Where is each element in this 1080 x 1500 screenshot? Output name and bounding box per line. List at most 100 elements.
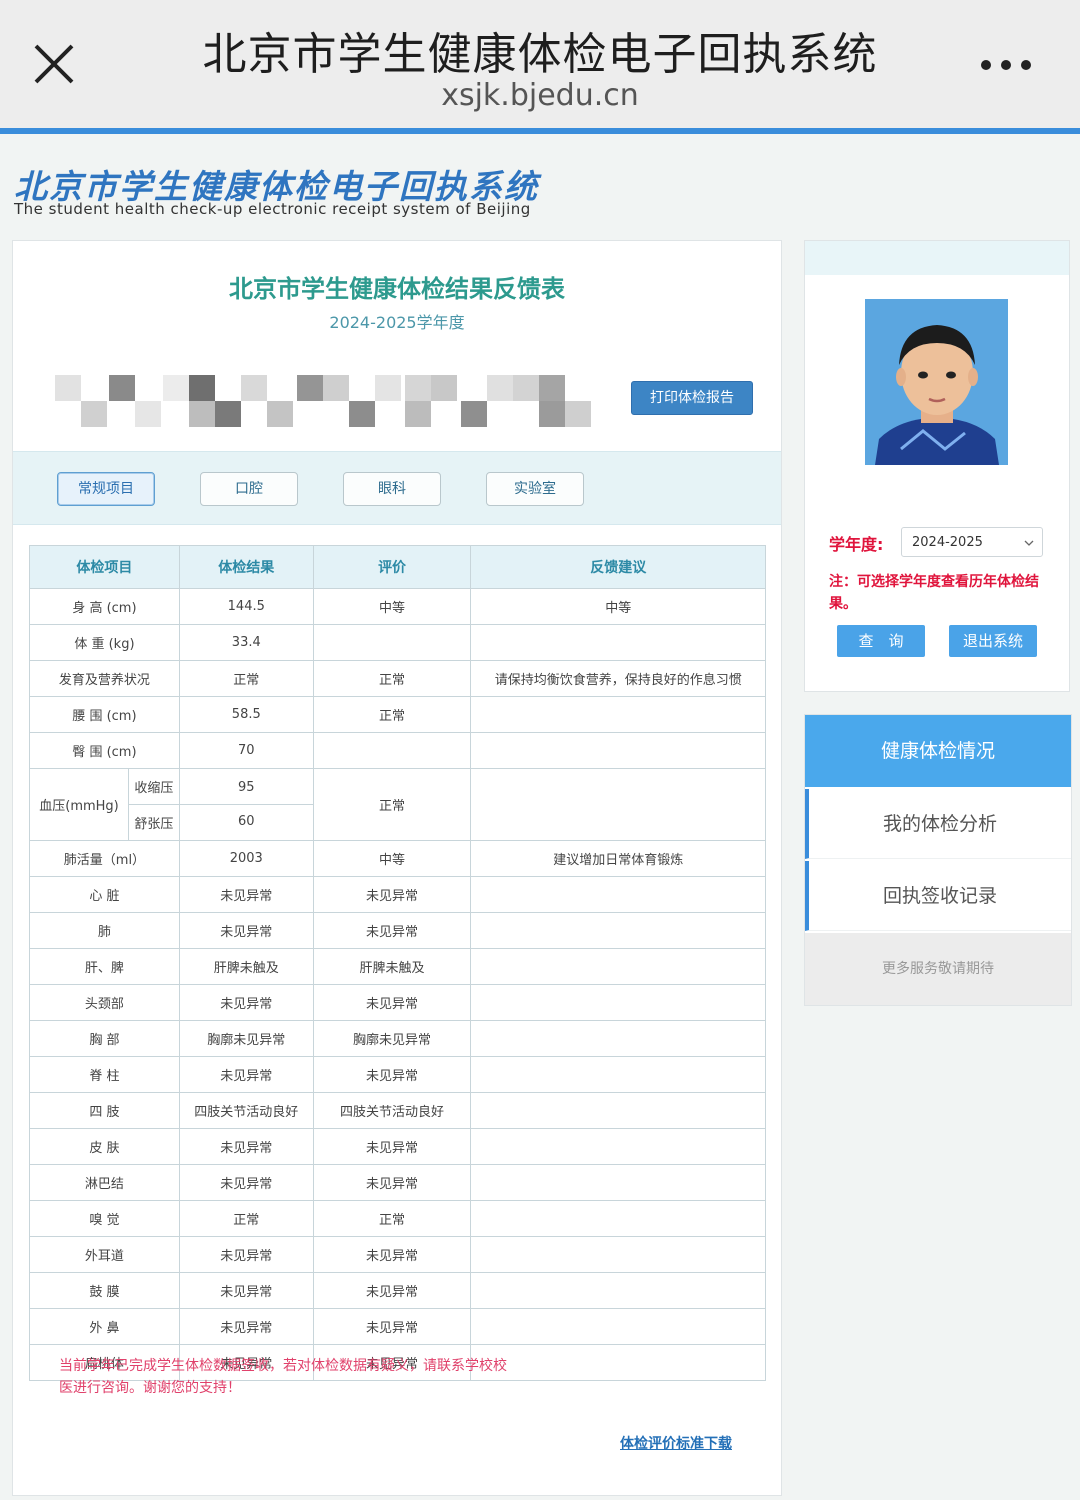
evaluation-cell: 正常 <box>312 660 472 697</box>
print-report-button[interactable]: 打印体检报告 <box>631 381 753 415</box>
item-cell: 发育及营养状况 <box>29 660 180 697</box>
header-evaluation: 评价 <box>312 545 472 589</box>
systolic-value: 95 <box>179 771 313 805</box>
result-cell: 未见异常 <box>178 984 314 1021</box>
advice-cell <box>470 948 766 985</box>
result-cell: 正常 <box>178 1200 314 1237</box>
year-hint: 注：可选择学年度查看历年体检结果。 <box>829 574 1039 612</box>
table-row: 体 重 (kg) 33.4 <box>29 624 766 661</box>
item-cell: 脊 柱 <box>29 1056 180 1093</box>
advice-cell <box>470 1272 766 1309</box>
result-panel: 北京市学生健康体检结果反馈表 2024-2025学年度 打印体检报告 常规项目 … <box>12 240 782 1496</box>
advice-cell <box>470 768 766 841</box>
evaluation-cell: 未见异常 <box>312 912 472 949</box>
advice-cell <box>470 1056 766 1093</box>
header-item: 体检项目 <box>29 545 180 589</box>
browser-url: xsjk.bjedu.cn <box>441 78 639 113</box>
browser-title: 北京市学生健康体检电子回执系统 <box>202 29 878 80</box>
table-row: 腰 围 (cm) 58.5 正常 <box>29 696 766 733</box>
header-result: 体检结果 <box>178 545 314 589</box>
menu-item-analysis[interactable]: 我的体检分析 <box>805 789 1071 859</box>
advice-cell <box>470 696 766 733</box>
query-button[interactable]: 查 询 <box>837 625 925 657</box>
table-row: 皮 肤未见异常 未见异常 <box>29 1128 766 1165</box>
item-cell: 肺 <box>29 912 180 949</box>
result-cell: 70 <box>178 732 314 769</box>
result-cell: 未见异常 <box>178 1164 314 1201</box>
evaluation-cell: 未见异常 <box>312 1164 472 1201</box>
evaluation-cell: 未见异常 <box>312 1272 472 1309</box>
item-cell: 身 高 (cm) <box>29 588 180 625</box>
systolic-label: 收缩压 <box>128 769 179 805</box>
signoff-notice: 当前学年已完成学生体检数据签收，若对体检数据有疑义，请联系学校校医进行咨询。谢谢… <box>59 1358 507 1396</box>
advice-cell <box>470 1164 766 1201</box>
header-advice: 反馈建议 <box>470 545 766 589</box>
tab-routine[interactable]: 常规项目 <box>57 472 155 506</box>
item-cell: 淋巴结 <box>29 1164 180 1201</box>
table-row: 肺活量（ml） 2003 中等 建议增加日常体育锻炼 <box>29 840 766 877</box>
tab-ophthalmology[interactable]: 眼科 <box>343 472 441 506</box>
results-table: 体检项目 体检结果 评价 反馈建议 身 高 (cm) 144.5 中等 中等 体… <box>29 545 766 1381</box>
advice-cell <box>470 1236 766 1273</box>
advice-cell <box>470 1020 766 1057</box>
evaluation-cell: 正常 <box>312 696 472 733</box>
logout-button[interactable]: 退出系统 <box>949 625 1037 657</box>
table-row: 淋巴结 未见异常 未见异常 <box>29 1164 766 1201</box>
advice-cell: 请保持均衡饮食营养，保持良好的作息习惯 <box>470 660 766 697</box>
result-cell: 未见异常 <box>178 1128 314 1165</box>
table-row: 嗅 觉正常 正常 <box>29 1200 766 1237</box>
more-icon[interactable] <box>978 56 1034 74</box>
item-cell: 外 鼻 <box>29 1308 180 1345</box>
category-tabs: 常规项目 口腔 眼科 实验室 <box>13 451 781 525</box>
advice-cell <box>470 624 766 661</box>
result-cell: 正常 <box>178 660 314 697</box>
bp-subtable: 血压(mmHg) 收缩压 舒张压 <box>30 769 179 840</box>
profile-panel: 学年度: 2024-2025 注：可选择学年度查看历年体检结果。 查 询 退出系… <box>804 240 1070 692</box>
chevron-down-icon <box>1024 540 1034 546</box>
evaluation-cell: 未见异常 <box>312 1236 472 1273</box>
table-row: 身 高 (cm) 144.5 中等 中等 <box>29 588 766 625</box>
advice-cell <box>470 984 766 1021</box>
result-cell: 肝脾未触及 <box>178 948 314 985</box>
evaluation-cell: 肝脾未触及 <box>312 948 472 985</box>
evaluation-cell: 胸廓未见异常 <box>312 1020 472 1057</box>
advice-cell <box>470 1092 766 1129</box>
advice-cell <box>470 1200 766 1237</box>
menu-item-receipts[interactable]: 回执签收记录 <box>805 861 1071 931</box>
evaluation-cell: 正常 <box>312 768 472 841</box>
item-cell: 皮 肤 <box>29 1128 180 1165</box>
tab-oral[interactable]: 口腔 <box>200 472 298 506</box>
item-cell: 嗅 觉 <box>29 1200 180 1237</box>
academic-year-value: 2024-2025 <box>912 535 983 550</box>
advice-cell <box>470 1128 766 1165</box>
item-cell: 臀 围 (cm) <box>29 732 180 769</box>
item-cell: 腰 围 (cm) <box>29 696 180 733</box>
table-row: 心 脏未见异常 未见异常 <box>29 876 766 913</box>
standard-download-link[interactable]: 体检评价标准下载 <box>620 1433 732 1453</box>
diastolic-label: 舒张压 <box>134 817 174 832</box>
evaluation-cell: 中等 <box>312 588 472 625</box>
profile-panel-header <box>805 241 1069 275</box>
tab-laboratory[interactable]: 实验室 <box>486 472 584 506</box>
evaluation-cell: 四肢关节活动良好 <box>312 1092 472 1129</box>
evaluation-cell: 未见异常 <box>312 1128 472 1165</box>
result-cell: 2003 <box>178 840 314 877</box>
table-row: 头颈部 未见异常 未见异常 <box>29 984 766 1021</box>
academic-year-label: 学年度: <box>829 535 884 554</box>
page-body: 北京市学生健康体检电子回执系统 The student health check… <box>0 134 1080 1500</box>
evaluation-cell: 未见异常 <box>312 876 472 913</box>
result-cell: 未见异常 <box>178 876 314 913</box>
item-cell: 四 肢 <box>29 1092 180 1129</box>
result-cell: 58.5 <box>178 696 314 733</box>
advice-cell: 中等 <box>470 588 766 625</box>
redacted-student-info <box>53 373 593 429</box>
table-row: 外 鼻未见异常 未见异常 <box>29 1308 766 1345</box>
site-logo-subtitle: The student health check-up electronic r… <box>14 200 531 218</box>
item-cell: 胸 部 <box>29 1020 180 1057</box>
advice-cell: 建议增加日常体育锻炼 <box>470 840 766 877</box>
menu-item-health-checkup[interactable]: 健康体检情况 <box>805 715 1071 787</box>
table-row: 臀 围 (cm) 70 <box>29 732 766 769</box>
academic-year-select[interactable]: 2024-2025 <box>901 527 1043 557</box>
menu-more-services: 更多服务敬请期待 <box>805 933 1071 1005</box>
table-row: 肺未见异常 未见异常 <box>29 912 766 949</box>
